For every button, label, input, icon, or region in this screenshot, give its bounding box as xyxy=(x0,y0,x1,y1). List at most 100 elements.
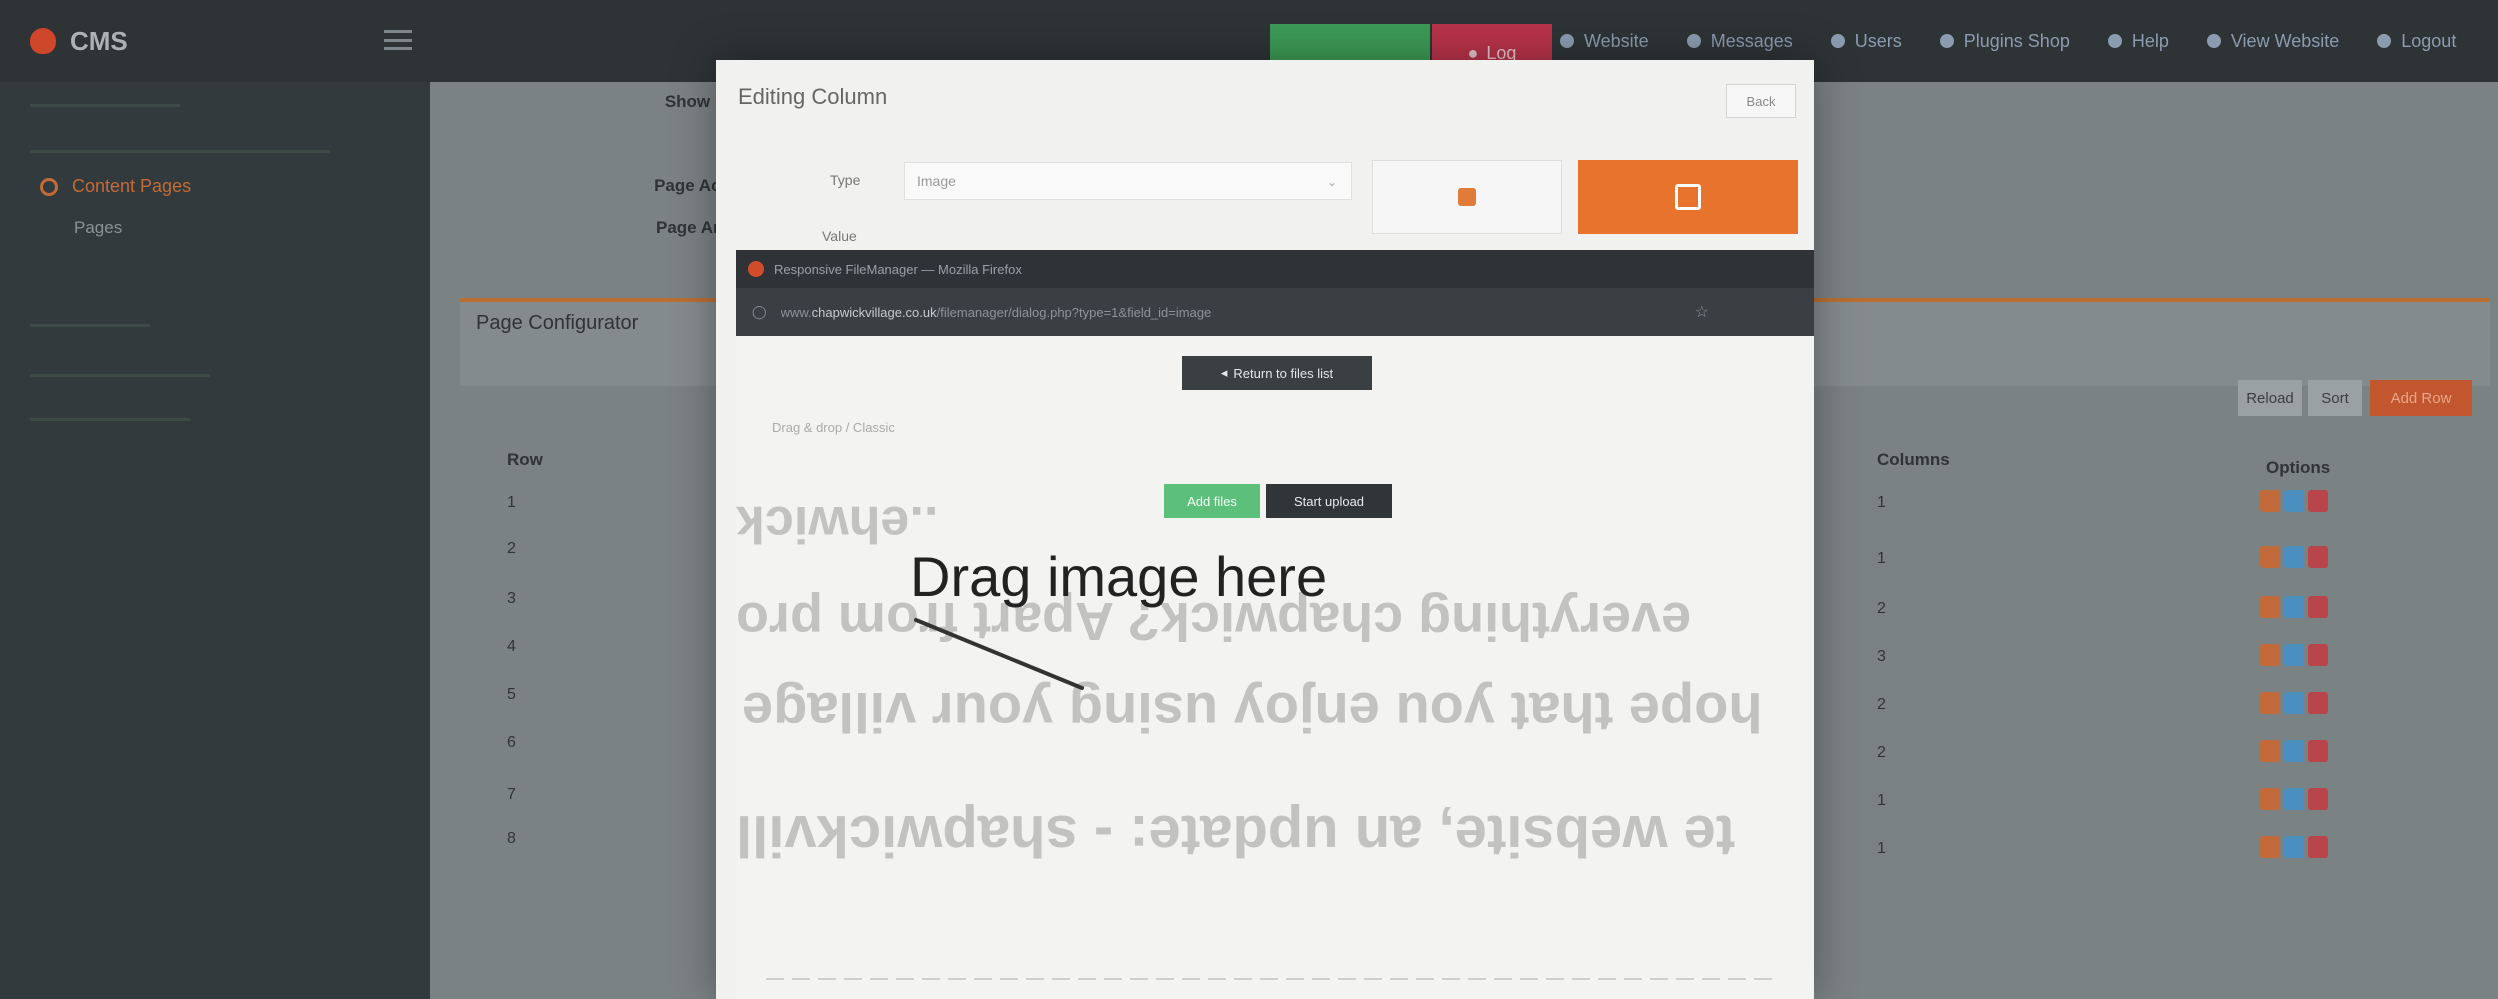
drag-image-dropzone-label[interactable]: Drag image here xyxy=(910,544,1327,609)
table-row-columns: 2 xyxy=(1877,600,1886,617)
table-header-columns: Columns xyxy=(1877,450,1950,469)
brand[interactable]: CMS xyxy=(0,26,380,57)
type-label: Type xyxy=(830,172,861,188)
sidebar: Content Pages Pages xyxy=(0,82,430,999)
eraser-icon xyxy=(1458,188,1476,206)
type-select-value: Image xyxy=(917,173,956,189)
edit-icon[interactable] xyxy=(2260,836,2280,858)
form-label-show-in: Show in xyxy=(664,92,730,111)
window-title-bar: Responsive FileManager — Mozilla Firefox xyxy=(736,250,1814,288)
edit-icon[interactable] xyxy=(2260,644,2280,666)
table-row-options xyxy=(2260,740,2328,762)
table-row-number: 8 xyxy=(507,830,516,847)
nav-users[interactable]: Users xyxy=(1830,31,1902,52)
reload-button[interactable]: Reload xyxy=(2238,380,2302,416)
user-icon xyxy=(1830,34,1845,48)
table-row-columns: 1 xyxy=(1877,792,1886,809)
lock-icon: ◯ xyxy=(752,304,767,319)
table-row-columns: 1 xyxy=(1877,550,1886,567)
form-label-page-access: Page Acc xyxy=(654,176,730,195)
sidebar-item-content-pages[interactable]: Content Pages xyxy=(40,176,191,197)
copy-icon[interactable] xyxy=(2284,788,2304,810)
image-icon xyxy=(1675,184,1701,210)
sidebar-placeholder xyxy=(30,150,330,153)
value-label: Value xyxy=(822,228,857,244)
nav-messages[interactable]: Messages xyxy=(1686,31,1793,52)
add-row-button[interactable]: Add Row xyxy=(2370,380,2472,416)
delete-icon[interactable] xyxy=(2308,490,2328,512)
table-row-options xyxy=(2260,644,2328,666)
sidebar-item-pages[interactable]: Pages xyxy=(74,218,122,238)
panel-title: Page Configurator xyxy=(476,312,639,334)
type-select[interactable]: Image ⌄ xyxy=(904,162,1352,200)
edit-icon[interactable] xyxy=(2260,596,2280,618)
ghost-text-line: hope that you enjoy using your village xyxy=(742,681,1763,744)
table-row-options xyxy=(2260,490,2328,512)
table-row-options xyxy=(2260,546,2328,568)
firefox-icon xyxy=(748,261,764,277)
table-row-columns: 3 xyxy=(1877,648,1886,665)
bookmark-star-icon[interactable]: ☆ xyxy=(1695,302,1709,322)
circle-icon xyxy=(40,177,58,196)
copy-icon[interactable] xyxy=(2284,692,2304,714)
sidebar-placeholder xyxy=(30,324,150,327)
return-to-files-button[interactable]: ◂ Return to files list xyxy=(1182,356,1372,390)
url-text: www.chapwickvillage.co.uk/filemanager/di… xyxy=(780,304,1212,320)
upload-mode-tabs[interactable]: Drag & drop / Classic xyxy=(772,420,895,435)
table-row-number: 3 xyxy=(507,590,516,607)
menu-toggle-icon[interactable] xyxy=(384,30,412,50)
footer-text-line xyxy=(766,978,1776,980)
edit-icon[interactable] xyxy=(2260,490,2280,512)
copy-icon[interactable] xyxy=(2284,596,2304,618)
copy-icon[interactable] xyxy=(2284,836,2304,858)
globe-icon xyxy=(1560,34,1574,48)
table-header-row: Row xyxy=(507,450,543,469)
delete-icon[interactable] xyxy=(2308,644,2328,666)
table-header-options: Options xyxy=(2266,458,2331,477)
table-row-number: 1 xyxy=(507,494,516,511)
edit-icon[interactable] xyxy=(2260,788,2280,810)
nav-view-website[interactable]: View Website xyxy=(2206,31,2339,52)
edit-icon[interactable] xyxy=(2260,740,2280,762)
ghost-text-line: ..ehwick xyxy=(736,495,939,553)
modal-title: Editing Column xyxy=(738,84,888,109)
clear-image-button[interactable] xyxy=(1372,160,1562,234)
start-upload-button[interactable]: Start upload xyxy=(1266,484,1392,518)
copy-icon[interactable] xyxy=(2284,546,2304,568)
table-row-columns: 1 xyxy=(1877,840,1886,857)
edit-icon[interactable] xyxy=(2260,692,2280,714)
nav-website[interactable]: Website xyxy=(1560,31,1649,52)
choose-image-button[interactable] xyxy=(1578,160,1798,234)
delete-icon[interactable] xyxy=(2308,836,2328,858)
drag-pointer-line xyxy=(914,618,1084,690)
table-row-options xyxy=(2260,692,2328,714)
copy-icon[interactable] xyxy=(2284,740,2304,762)
table-row-number: 5 xyxy=(507,686,516,703)
chevron-down-icon: ⌄ xyxy=(1326,175,1337,189)
nav-logout[interactable]: Logout xyxy=(2377,31,2456,52)
table-row-options xyxy=(2260,836,2328,858)
ghost-text-line: te website, an update: - shapwickvill xyxy=(736,803,1736,868)
address-bar[interactable]: ◯ www.chapwickvillage.co.uk/filemanager/… xyxy=(736,288,1814,336)
edit-icon[interactable] xyxy=(2260,546,2280,568)
envelope-icon xyxy=(1686,34,1701,48)
delete-icon[interactable] xyxy=(2308,546,2328,568)
copy-icon[interactable] xyxy=(2284,490,2304,512)
copy-icon[interactable] xyxy=(2284,644,2304,666)
nav-plugins-shop[interactable]: Plugins Shop xyxy=(1939,31,2070,52)
back-button[interactable]: Back xyxy=(1726,84,1796,118)
table-row-number: 6 xyxy=(507,734,516,751)
delete-icon[interactable] xyxy=(2308,788,2328,810)
form-label-page-args: Page Arg xyxy=(655,218,730,237)
file-manager-window: Responsive FileManager — Mozilla Firefox… xyxy=(736,250,1814,999)
delete-icon[interactable] xyxy=(2308,740,2328,762)
window-title: Responsive FileManager — Mozilla Firefox xyxy=(774,261,1022,277)
back-arrow-icon: ◂ xyxy=(1220,365,1228,380)
sort-button[interactable]: Sort xyxy=(2308,380,2362,416)
delete-icon[interactable] xyxy=(2308,596,2328,618)
nav-help[interactable]: Help xyxy=(2107,31,2169,52)
table-row-number: 4 xyxy=(507,638,516,655)
add-files-button[interactable]: Add files xyxy=(1164,484,1260,518)
delete-icon[interactable] xyxy=(2308,692,2328,714)
table-row-options xyxy=(2260,596,2328,618)
